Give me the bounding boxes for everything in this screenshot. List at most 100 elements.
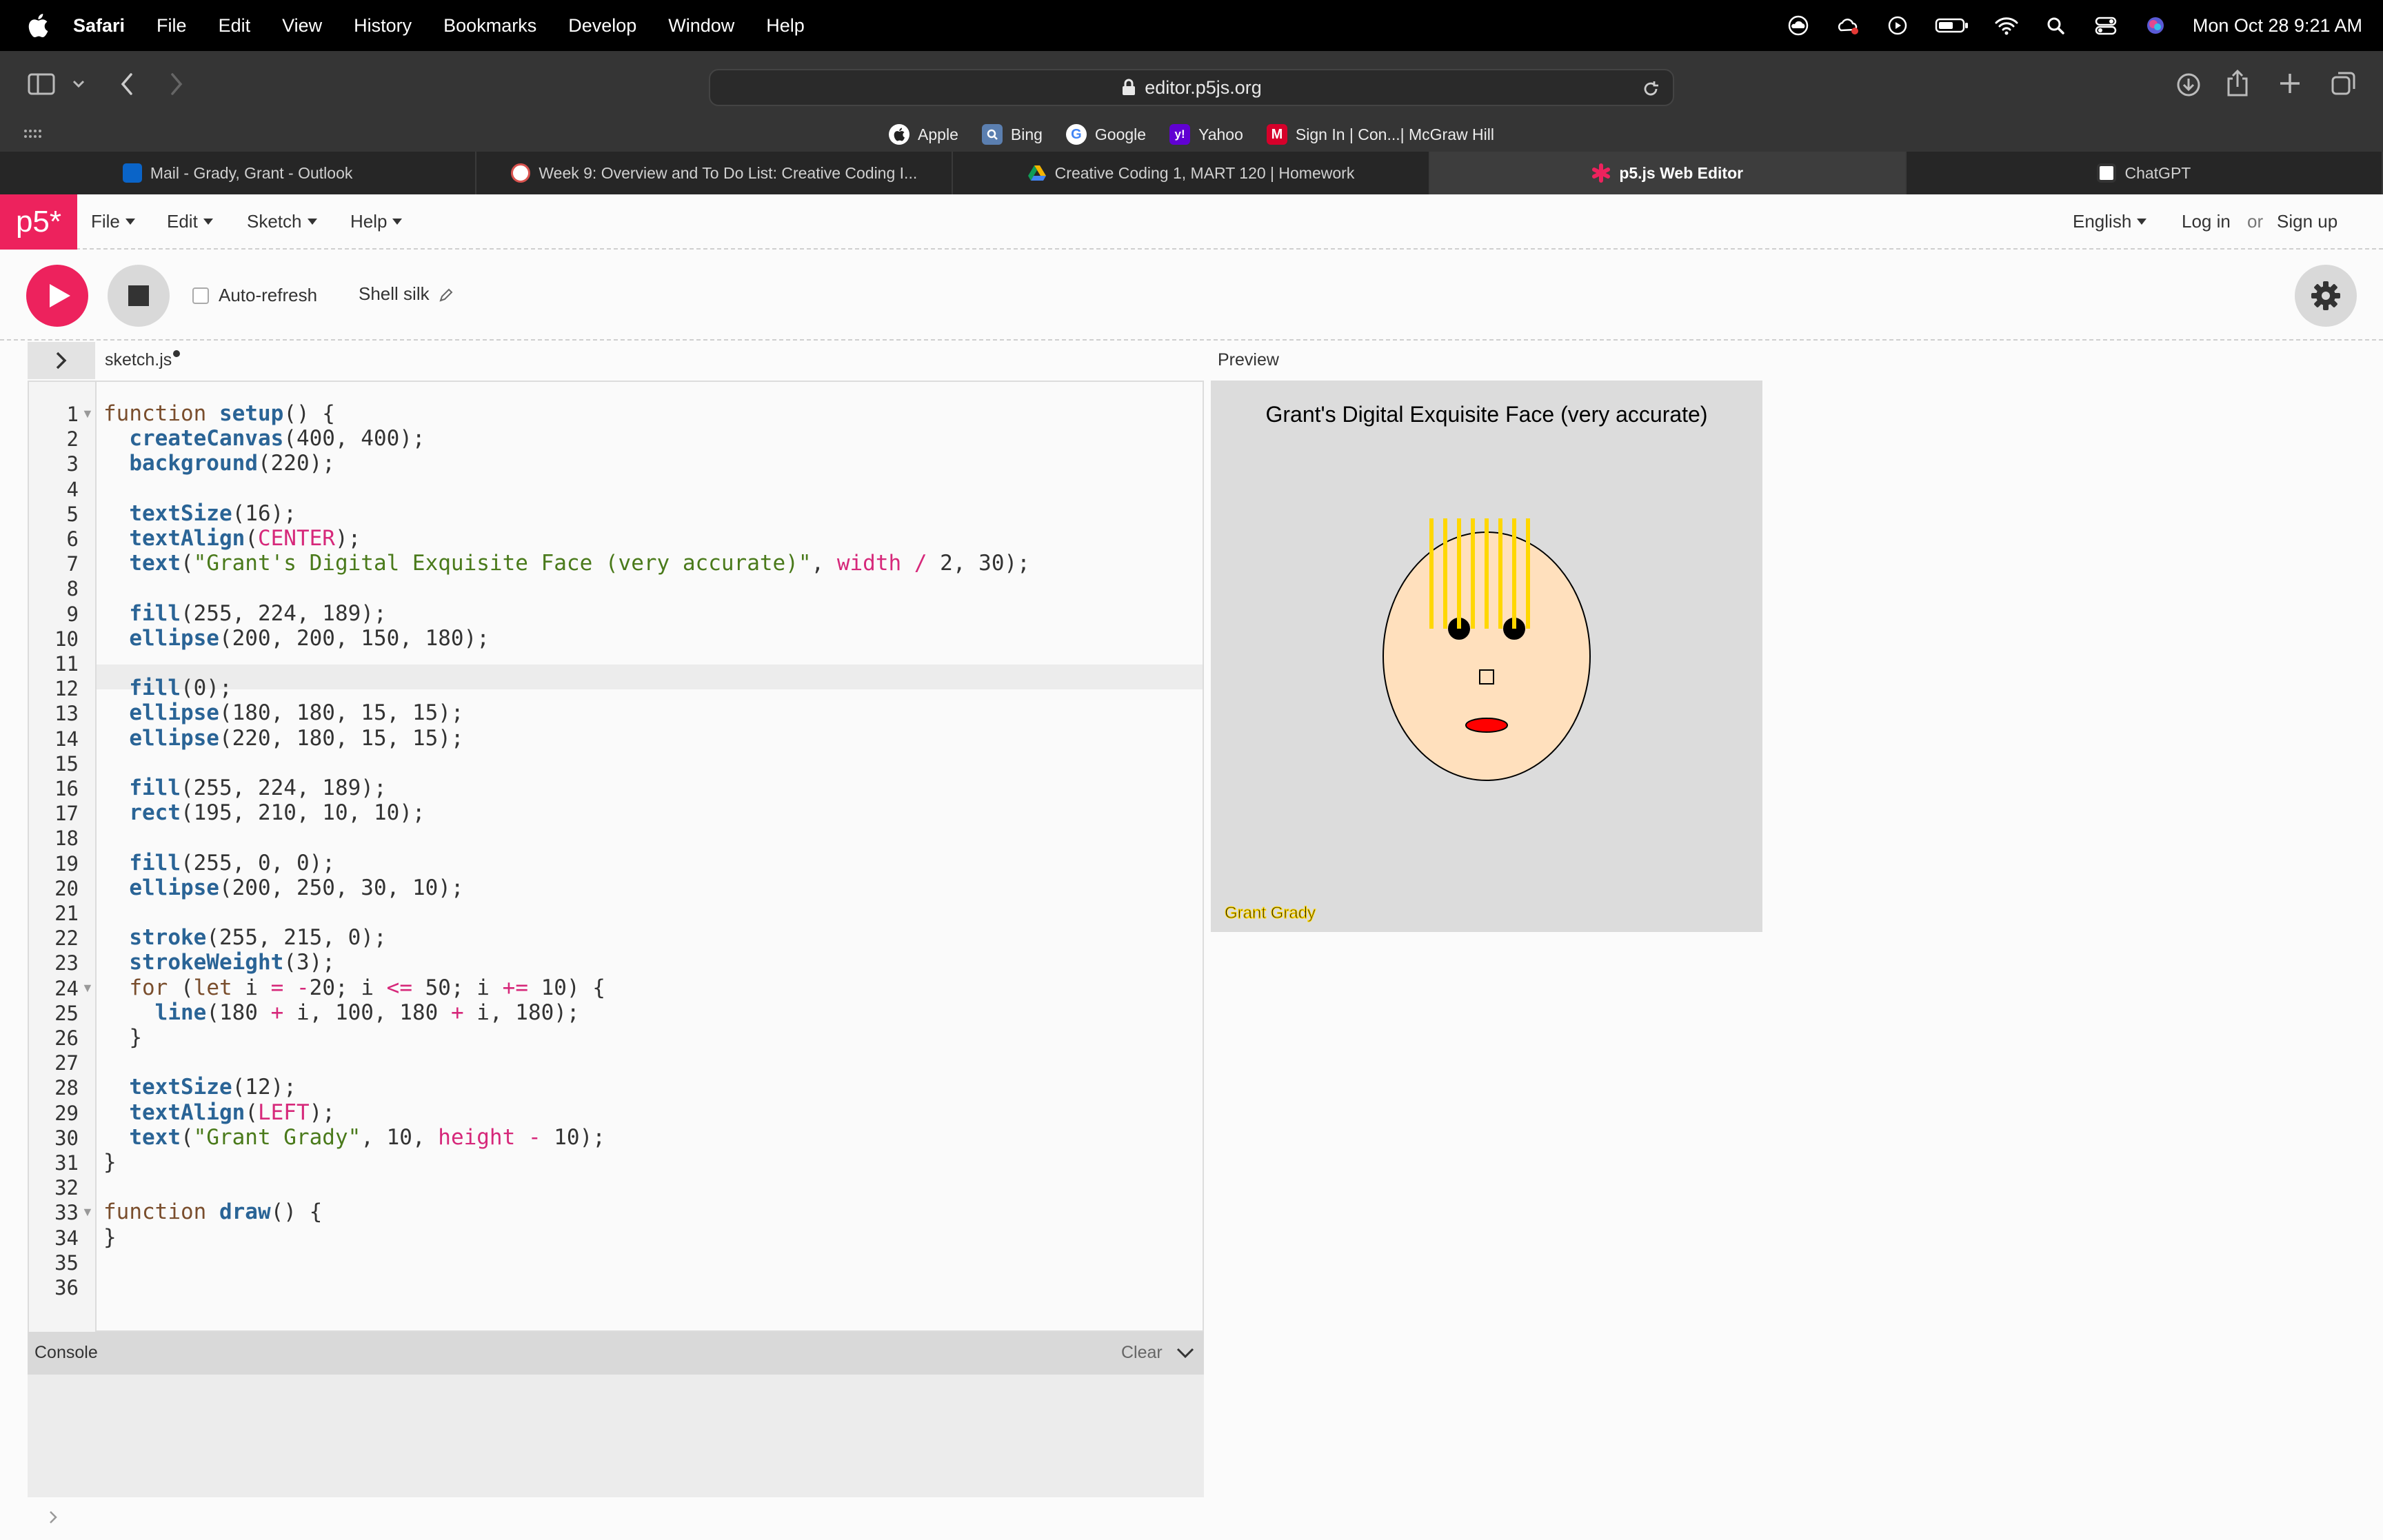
menu-edit[interactable]: Edit	[219, 15, 251, 37]
code-line[interactable]: fill(255, 224, 189);	[103, 601, 386, 626]
code-editor[interactable]: 1 ▼ 2 3 4 5 6 7 8 9 10 11 12 13 14 15 16 17 18 19 20 21 22 23 24…	[28, 381, 1204, 1333]
language-select[interactable]: English	[2073, 211, 2147, 232]
share-icon[interactable]	[2226, 69, 2249, 98]
menu-view[interactable]: View	[282, 15, 322, 37]
control-center-icon[interactable]	[2093, 15, 2118, 36]
media-play-icon[interactable]	[1885, 15, 1910, 36]
chevron-down-icon[interactable]	[72, 79, 86, 90]
wifi-icon[interactable]	[1994, 15, 2019, 36]
console-input[interactable]	[28, 1497, 1204, 1540]
apple-menu-icon[interactable]	[28, 13, 48, 38]
tab-chatgpt[interactable]: ChatGPT	[1907, 152, 2383, 194]
play-button[interactable]	[26, 265, 88, 327]
code-line[interactable]: }	[103, 1025, 142, 1050]
back-icon[interactable]	[117, 72, 138, 97]
menu-history[interactable]: History	[354, 15, 412, 37]
downloads-icon[interactable]	[2175, 72, 2202, 98]
line-number: 30	[54, 1126, 79, 1150]
tab-outlook[interactable]: Mail - Grady, Grant - Outlook	[0, 152, 477, 194]
code-line[interactable]: rect(195, 210, 10, 10);	[103, 800, 425, 825]
fold-arrow-icon[interactable]: ▼	[81, 407, 94, 421]
code-line[interactable]: textAlign(CENTER);	[103, 526, 361, 551]
code-line[interactable]: ellipse(220, 180, 15, 15);	[103, 726, 463, 751]
siri-icon[interactable]	[2143, 15, 2168, 36]
auto-refresh-checkbox[interactable]	[192, 287, 209, 304]
pencil-icon[interactable]	[439, 287, 454, 303]
menu-safari[interactable]: Safari	[73, 15, 125, 37]
menu-develop[interactable]: Develop	[568, 15, 636, 37]
new-tab-icon[interactable]	[2278, 72, 2302, 95]
fold-arrow-icon[interactable]: ▼	[81, 981, 94, 995]
favorite-google[interactable]: G Google	[1065, 124, 1146, 145]
code-line[interactable]: textAlign(LEFT);	[103, 1100, 335, 1125]
code-line[interactable]: ellipse(200, 200, 150, 180);	[103, 626, 490, 651]
nav-help-menu[interactable]: Help	[350, 211, 403, 232]
code-line[interactable]: for (let i = -20; i <= 50; i += 10) {	[103, 975, 605, 1000]
tab-homework[interactable]: Creative Coding 1, MART 120 | Homework	[953, 152, 1430, 194]
line-number: 23	[54, 951, 79, 975]
creative-cloud-icon[interactable]	[1836, 15, 1860, 36]
code-line[interactable]: ellipse(180, 180, 15, 15);	[103, 700, 463, 725]
code-line[interactable]: }	[103, 1225, 117, 1250]
nav-edit-menu[interactable]: Edit	[167, 211, 213, 232]
menu-bookmarks[interactable]: Bookmarks	[443, 15, 536, 37]
code-line[interactable]: function setup() {	[103, 401, 335, 426]
favorite-yahoo[interactable]: y! Yahoo	[1169, 124, 1243, 145]
chevron-down-icon[interactable]	[1176, 1346, 1195, 1361]
code-line[interactable]: function draw() {	[103, 1199, 322, 1224]
battery-icon[interactable]	[1935, 15, 1969, 36]
code-line[interactable]: createCanvas(400, 400);	[103, 426, 425, 451]
code-line[interactable]: strokeWeight(3);	[103, 950, 335, 975]
code-line[interactable]: textSize(12);	[103, 1075, 296, 1100]
p5-logo[interactable]: p5*	[0, 194, 77, 250]
settings-button[interactable]	[2295, 265, 2357, 327]
file-sidebar-toggle[interactable]	[28, 342, 95, 379]
signup-link[interactable]: Sign up	[2277, 211, 2337, 232]
menu-help[interactable]: Help	[766, 15, 805, 37]
line-number: 21	[54, 902, 79, 925]
stop-button[interactable]	[108, 265, 170, 327]
code-line[interactable]: ellipse(200, 250, 30, 10);	[103, 875, 463, 900]
line-number: 6	[66, 527, 79, 551]
login-link[interactable]: Log in	[2182, 211, 2231, 232]
code-line[interactable]: textSize(16);	[103, 501, 296, 526]
code-line[interactable]: fill(255, 0, 0);	[103, 851, 335, 875]
code-line[interactable]: }	[103, 1150, 117, 1175]
tab-label: Week 9: Overview and To Do List: Creativ…	[539, 163, 918, 182]
nav-edit-label: Edit	[167, 211, 198, 232]
canvas-title: Grant's Digital Exquisite Face (very acc…	[1266, 402, 1708, 427]
address-bar[interactable]: editor.p5js.org	[709, 69, 1674, 106]
code-line[interactable]: fill(0);	[103, 676, 232, 700]
tab-overview-icon[interactable]	[2331, 70, 2357, 97]
favorite-mcgraw-hill[interactable]: M Sign In | Con...| McGraw Hill	[1266, 124, 1494, 145]
spotlight-search-icon[interactable]	[2044, 15, 2069, 36]
reload-icon[interactable]	[1641, 79, 1660, 99]
forward-icon[interactable]	[165, 72, 186, 97]
line-number: 20	[54, 876, 79, 900]
tab-p5js[interactable]: p5.js Web Editor	[1429, 152, 1907, 194]
tab-week9[interactable]: Week 9: Overview and To Do List: Creativ…	[476, 152, 954, 194]
code-line[interactable]: line(180 + i, 100, 180 + i, 180);	[103, 1000, 580, 1025]
nav-file-menu[interactable]: File	[91, 211, 135, 232]
p5-navbar: p5* File Edit Sketch Help English Log in…	[0, 194, 2383, 250]
code-line[interactable]: text("Grant's Digital Exquisite Face (ve…	[103, 551, 1030, 576]
code-line[interactable]: stroke(255, 215, 0);	[103, 925, 386, 950]
nav-sketch-menu[interactable]: Sketch	[247, 211, 317, 232]
sketch-canvas[interactable]: Grant's Digital Exquisite Face (very acc…	[1211, 381, 1762, 932]
favorite-bing[interactable]: Bing	[981, 124, 1043, 145]
menu-file[interactable]: File	[157, 15, 187, 37]
code-line[interactable]: background(220);	[103, 451, 335, 476]
favorite-apple[interactable]: Apple	[889, 124, 958, 145]
sidebar-toggle-icon[interactable]	[28, 72, 58, 97]
line-number: 10	[54, 627, 79, 651]
menu-window[interactable]: Window	[668, 15, 734, 37]
code-line[interactable]: fill(255, 224, 189);	[103, 776, 386, 800]
console-clear-button[interactable]: Clear	[1121, 1343, 1163, 1363]
file-tab[interactable]: sketch.js	[105, 350, 181, 370]
code-line[interactable]: text("Grant Grady", 10, height - 10);	[103, 1125, 605, 1150]
sketch-name[interactable]: Shell silk	[359, 283, 454, 305]
auto-refresh-label: Auto-refresh	[219, 285, 318, 305]
menubar-clock[interactable]: Mon Oct 28 9:21 AM	[2193, 15, 2362, 37]
fold-arrow-icon[interactable]: ▼	[81, 1205, 94, 1219]
cloud-icon[interactable]	[1786, 15, 1811, 36]
